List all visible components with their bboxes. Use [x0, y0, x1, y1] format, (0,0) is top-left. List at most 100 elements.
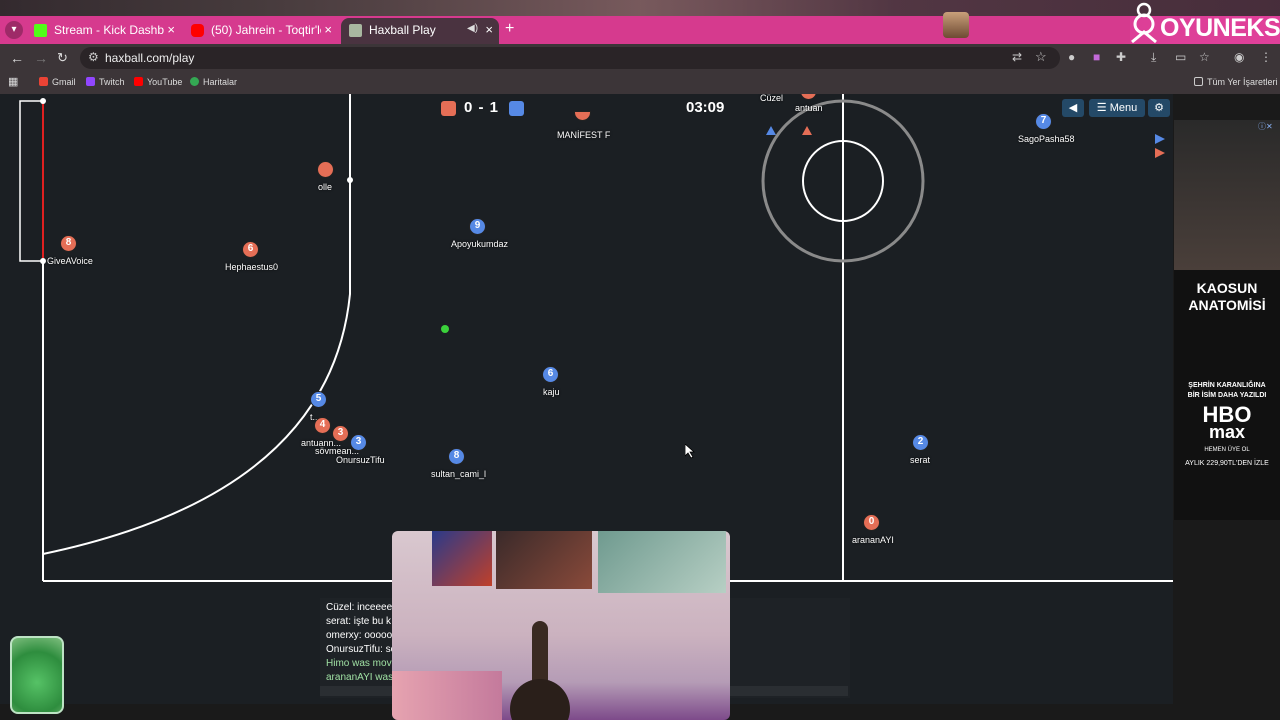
player-name: serat	[910, 455, 931, 465]
player-disc	[317, 161, 334, 178]
oyuneks-mascot-icon	[1131, 2, 1157, 44]
twitch-icon	[86, 77, 95, 86]
extension-icon[interactable]: ●	[1068, 50, 1075, 64]
player-disc: 9	[469, 218, 486, 235]
player-disc: 2	[912, 434, 929, 451]
maps-pin-icon	[190, 77, 199, 86]
url-text: haxball.com/play	[105, 51, 195, 65]
blue-arrow-icon	[1155, 134, 1165, 144]
webcam-overlay	[392, 531, 730, 720]
bookmark-maps[interactable]: Haritalar	[190, 77, 237, 87]
player-disc: 8	[448, 448, 465, 465]
game-ball	[441, 325, 449, 333]
tab-title: Stream - Kick Dashboard	[54, 23, 164, 37]
tab-kick[interactable]: Stream - Kick Dashboard ×	[26, 18, 181, 44]
ad-info-icon[interactable]: ⓘ✕	[1258, 121, 1273, 132]
extension-icon[interactable]: ■	[1093, 50, 1100, 64]
chat-message: OnursuzTifu: sc	[326, 644, 396, 655]
player-disc: 0	[863, 514, 880, 531]
score-text: 0 - 1	[464, 99, 500, 116]
player-disc: 6	[242, 241, 259, 258]
close-tab-icon[interactable]: ×	[324, 22, 332, 37]
forward-icon[interactable]: →	[34, 50, 48, 66]
bookmark-label: Gmail	[52, 77, 76, 87]
player-name: Apoyukumdaz	[451, 239, 509, 249]
blue-team-icon	[509, 101, 524, 116]
ad-price: AYLIK 229,90TL'DEN İZLE	[1185, 460, 1269, 467]
player-disc: 3	[350, 434, 367, 451]
youtube-icon	[134, 77, 143, 86]
browser-tab-bar: ▾ Stream - Kick Dashboard × (50) Jahrein…	[0, 0, 1280, 44]
folder-icon	[1194, 77, 1203, 86]
ad-title: ANATOMİSİ	[1188, 297, 1266, 313]
address-bar[interactable]: ⚙ haxball.com/play ⇄ ☆	[80, 47, 1060, 69]
back-icon[interactable]: ←	[10, 50, 24, 66]
youtube-icon	[191, 24, 204, 37]
player-name: GiveAVoice	[47, 256, 93, 266]
tab-haxball[interactable]: Haxball Play ◀) ×	[341, 18, 499, 44]
site-info-icon[interactable]: ⚙	[88, 50, 99, 64]
player-name: Cüzel	[760, 94, 784, 103]
bookmark-star-icon[interactable]: ☆	[1035, 49, 1047, 65]
bookmarks-bar: ▦ Gmail Twitch YouTube Haritalar Tüm Yer…	[0, 72, 1280, 94]
chat-system-message: arananAYI was	[326, 672, 394, 683]
gmail-icon	[39, 77, 48, 86]
ad-tagline: BİR İSİM DAHA YAZILDI	[1187, 392, 1267, 399]
wall-poster	[598, 531, 726, 593]
player-name: MANİFEST F	[557, 130, 611, 140]
close-tab-icon[interactable]: ×	[167, 22, 175, 37]
bookmark-gmail[interactable]: Gmail	[39, 77, 76, 87]
translate-icon[interactable]: ⇄	[1012, 50, 1022, 64]
close-tab-icon[interactable]: ×	[485, 22, 493, 37]
red-team-icon	[441, 101, 456, 116]
oyuneks-logo: OYUNEKS	[1128, 2, 1280, 44]
mouse-cursor-icon	[685, 444, 695, 459]
apps-grid-icon[interactable]: ▦	[8, 75, 18, 88]
blue-kickoff-marker	[766, 126, 776, 135]
all-bookmarks[interactable]: Tüm Yer İşaretleri	[1194, 77, 1278, 87]
download-icon[interactable]: ⤓	[1151, 50, 1156, 65]
bookmark-youtube[interactable]: YouTube	[134, 77, 182, 87]
all-bookmarks-label: Tüm Yer İşaretleri	[1207, 77, 1278, 87]
player-name: SagoPasha58	[1018, 134, 1075, 144]
extensions-puzzle-icon[interactable]: ✚	[1116, 50, 1126, 64]
brand-text: OYUNEKS	[1160, 14, 1280, 42]
streamer-avatar	[943, 12, 969, 38]
settings-gear-icon[interactable]: ⚙	[1148, 99, 1170, 117]
bed	[392, 671, 502, 720]
player-name: OnursuzTifu	[336, 455, 385, 465]
tab-search-dropdown-icon[interactable]: ▾	[5, 21, 23, 39]
bookmark-label: Haritalar	[203, 77, 238, 87]
match-clock: 03:09	[686, 99, 725, 116]
player-disc: 5	[310, 391, 327, 408]
red-arrow-icon	[1155, 148, 1165, 158]
ad-cta[interactable]: HEMEN ÜYE OL	[1178, 447, 1276, 453]
profile-icon[interactable]: ◉	[1234, 50, 1244, 64]
reload-icon[interactable]: ↻	[57, 50, 68, 66]
tabbar-background	[0, 0, 1280, 16]
browser-toolbar: ← → ↻ ⚙ haxball.com/play ⇄ ☆	[0, 44, 1280, 72]
favorites-icon[interactable]: ☆	[1199, 50, 1210, 64]
player-name: sultan_cami_l	[431, 469, 487, 479]
guitar-body	[510, 679, 570, 720]
red-kickoff-marker	[802, 126, 812, 135]
sound-toggle-icon[interactable]: ◀	[1062, 99, 1084, 117]
stream-overlay-jar	[10, 636, 64, 714]
player-disc: 7	[1035, 113, 1052, 130]
player-name: Hephaestus0	[225, 262, 279, 272]
ad-brand: max	[1208, 422, 1246, 442]
more-menu-icon[interactable]: ⋮	[1260, 50, 1272, 64]
new-tab-icon[interactable]: +	[505, 20, 514, 38]
ad-title: KAOSUN	[1196, 280, 1258, 296]
side-panel-icon[interactable]: ▭	[1175, 50, 1186, 64]
player-disc: 4	[314, 417, 331, 434]
ad-tagline: ŞEHRİN KARANLIĞINA	[1188, 382, 1266, 389]
advertisement-banner[interactable]: ⓘ✕ KAOSUN ANATOMİSİ ŞEHRİN KARANLIĞINA B…	[1174, 120, 1280, 520]
player-name: antuan	[795, 103, 823, 113]
audio-playing-icon[interactable]: ◀)	[467, 23, 478, 34]
wall-poster	[496, 531, 592, 589]
bookmark-twitch[interactable]: Twitch	[86, 77, 125, 87]
player-name: arananAYI	[852, 535, 894, 545]
menu-button[interactable]: ☰ Menu	[1089, 99, 1145, 117]
tab-youtube[interactable]: (50) Jahrein - Toqtir'le eşinin u: ×	[183, 18, 338, 44]
